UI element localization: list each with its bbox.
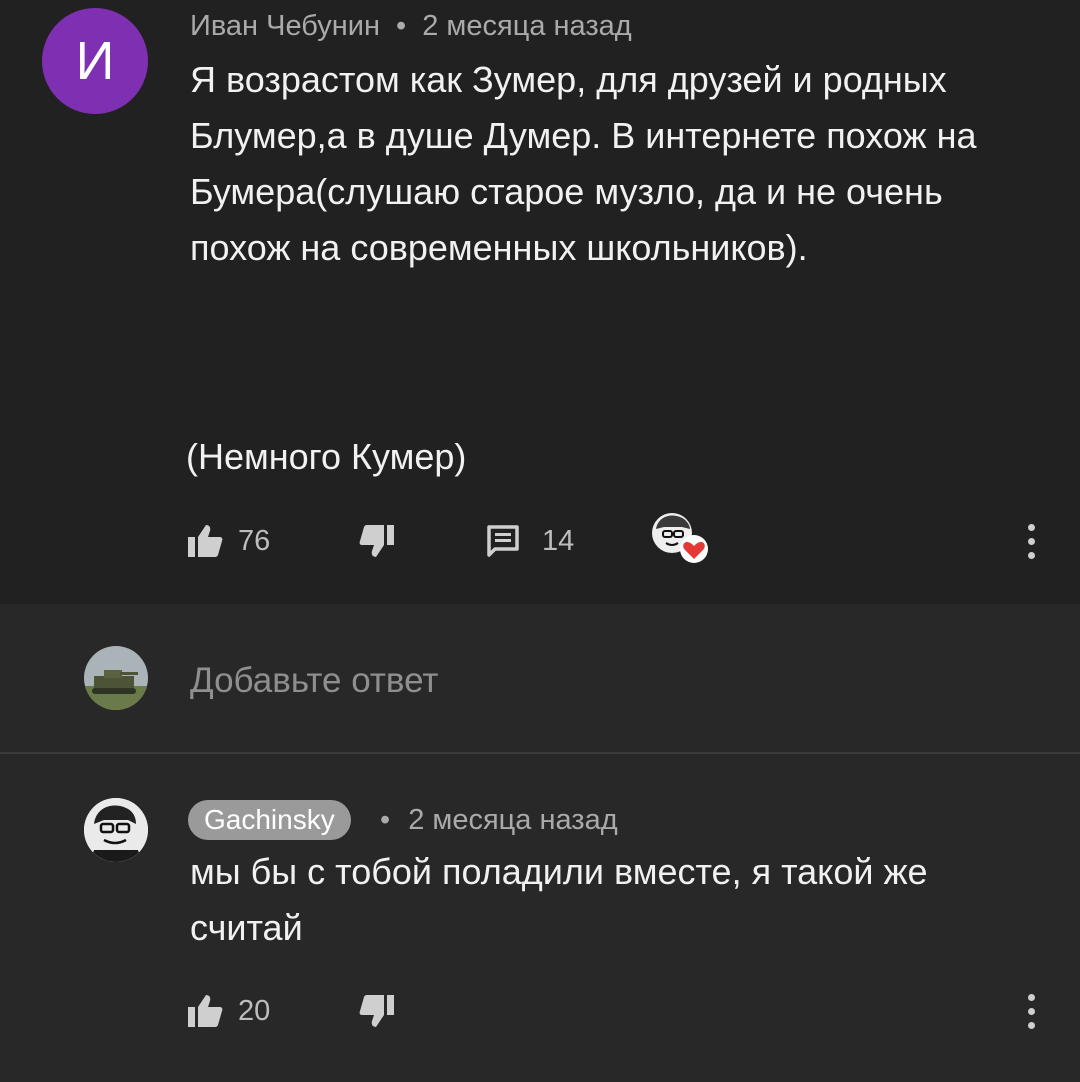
thumb-down-icon — [359, 995, 394, 1027]
comment-text-extra: (Немного Кумер) — [186, 436, 467, 477]
comment-menu-button[interactable] — [1016, 516, 1046, 566]
comment-menu-button[interactable] — [1016, 986, 1046, 1036]
meta-separator: • — [380, 804, 391, 836]
thumb-down-icon — [359, 525, 394, 557]
author-name-chip[interactable]: Gachinsky — [188, 800, 351, 840]
comment-text-line: мы бы с тобой поладили вместе, я такой ж… — [190, 851, 928, 892]
comment-text-line: Я возрастом как Зумер, для друзей и родн… — [190, 59, 947, 100]
comment-text: мы бы с тобой поладили вместе, я такой ж… — [190, 844, 928, 956]
comment-text-line: Блумер,а в душе Думер. В интернете похож… — [190, 115, 977, 156]
comment-text: Я возрастом как Зумер, для друзей и родн… — [190, 52, 977, 276]
comment-time[interactable]: 2 месяца назад — [422, 10, 631, 42]
reply-count-button[interactable]: 14 — [486, 516, 574, 566]
like-button[interactable]: 76 — [186, 516, 270, 566]
comment-actions: 76 14 — [186, 513, 1066, 566]
dislike-button[interactable] — [358, 516, 396, 566]
comment-time[interactable]: 2 месяца назад — [408, 804, 617, 836]
comment-meta: Иван Чебунин • 2 месяца назад — [190, 10, 632, 43]
creator-heart-badge — [650, 513, 710, 564]
author-name[interactable]: Иван Чебунин — [190, 10, 380, 42]
comment-icon — [487, 525, 519, 557]
meme-face-avatar-image — [84, 798, 148, 862]
thumb-up-icon — [188, 525, 223, 557]
tank-avatar-image — [84, 646, 148, 710]
dislike-button[interactable] — [358, 986, 396, 1036]
comment-text-line: Бумера(слушаю старое музло, да и не очен… — [190, 171, 943, 212]
like-button[interactable]: 20 — [186, 986, 270, 1036]
comment-actions: 20 — [186, 986, 1066, 1036]
thumb-up-icon — [188, 995, 223, 1027]
meta-separator: • — [396, 10, 407, 42]
author-avatar[interactable]: И — [42, 8, 148, 114]
comment-meta: • 2 месяца назад — [380, 804, 618, 837]
comment-text-line: похож на современных школьников). — [190, 227, 808, 268]
like-count: 76 — [238, 524, 271, 557]
user-avatar — [84, 646, 148, 710]
reply-input[interactable] — [190, 658, 1010, 704]
reply-count: 14 — [542, 524, 575, 557]
author-avatar[interactable] — [84, 798, 148, 862]
like-count: 20 — [238, 994, 271, 1027]
creator-heart-icon — [652, 513, 708, 563]
comment-text-line: считай — [190, 907, 303, 948]
